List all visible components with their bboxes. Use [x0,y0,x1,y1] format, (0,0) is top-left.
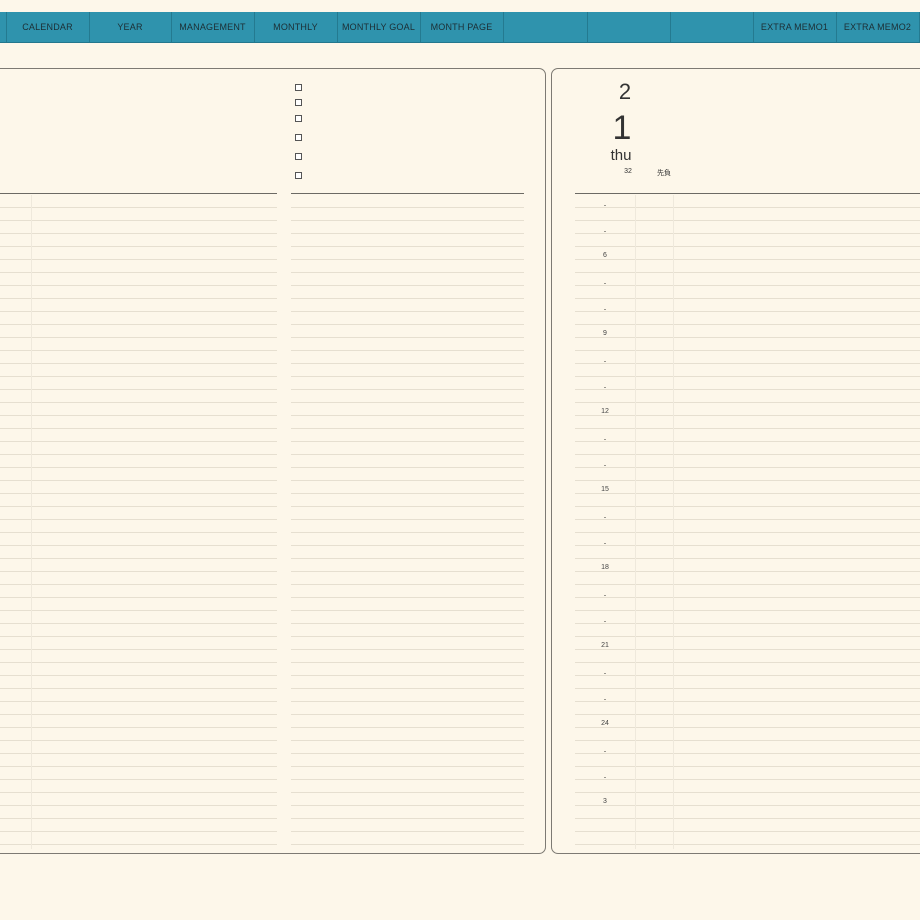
hour-tick-mark [604,777,606,778]
tab-management[interactable]: MANAGEMENT [171,12,255,42]
hour-tick-mark [604,543,606,544]
hour-tick-mark [604,699,606,700]
notes-margin-line [31,195,32,849]
right-page-panel: 2 1 thu 32 先負 6 9 12 15 18 21 24 3 [551,68,920,854]
hour-tick-mark [604,309,606,310]
hour-label: 21 [601,642,609,649]
todo-checkbox-4[interactable] [295,134,302,141]
todo-checkbox-3[interactable] [295,115,302,122]
hour-tick-mark [604,621,606,622]
tab-blank-2[interactable] [587,12,671,42]
tab-monthly-goal[interactable]: MONTHLY GOAL [337,12,421,42]
schedule-lined-area[interactable] [575,195,920,849]
top-navigation-bar: CALENDAR YEAR MANAGEMENT MONTHLY MONTHLY… [0,12,920,43]
tab-year[interactable]: YEAR [89,12,172,42]
hour-label: 24 [601,720,609,727]
schedule-time-column-divider [635,195,636,849]
todo-header-rule [291,193,524,194]
todo-checkbox-2[interactable] [295,99,302,106]
hour-label: 18 [601,564,609,571]
hour-tick-mark [604,465,606,466]
hour-tick-mark [604,595,606,596]
hour-label: 15 [601,486,609,493]
hour-tick-mark [604,205,606,206]
hour-label: 9 [603,330,607,337]
tab-extra-memo1[interactable]: EXTRA MEMO1 [753,12,837,42]
schedule-second-divider [673,195,674,849]
left-page-panel [0,68,546,854]
tab-blank-1[interactable] [503,12,588,42]
todo-lined-area[interactable] [291,195,524,849]
todo-section[interactable] [291,69,524,853]
tab-month-page[interactable]: MONTH PAGE [420,12,504,42]
hour-tick-mark [604,673,606,674]
todo-checkbox-5[interactable] [295,153,302,160]
hour-tick-mark [604,439,606,440]
schedule-header-rule [575,193,920,194]
hour-label: 12 [601,408,609,415]
todo-checkbox-6[interactable] [295,172,302,179]
tab-calendar[interactable]: CALENDAR [6,12,90,42]
hour-tick-mark [604,387,606,388]
tab-extra-memo2[interactable]: EXTRA MEMO2 [836,12,920,42]
schedule-section[interactable]: 6 9 12 15 18 21 24 3 [575,69,920,853]
notes-section[interactable] [0,69,277,853]
hour-label: 6 [603,252,607,259]
hour-tick-mark [604,361,606,362]
hour-tick-mark [604,751,606,752]
hour-tick-mark [604,517,606,518]
notes-lined-area[interactable] [0,195,277,849]
hour-tick-mark [604,231,606,232]
hour-tick-mark [604,283,606,284]
hour-label: 3 [603,798,607,805]
notes-header-rule [0,193,277,194]
tab-monthly[interactable]: MONTHLY [254,12,338,42]
todo-checkbox-1[interactable] [295,84,302,91]
tab-blank-3[interactable] [670,12,754,42]
